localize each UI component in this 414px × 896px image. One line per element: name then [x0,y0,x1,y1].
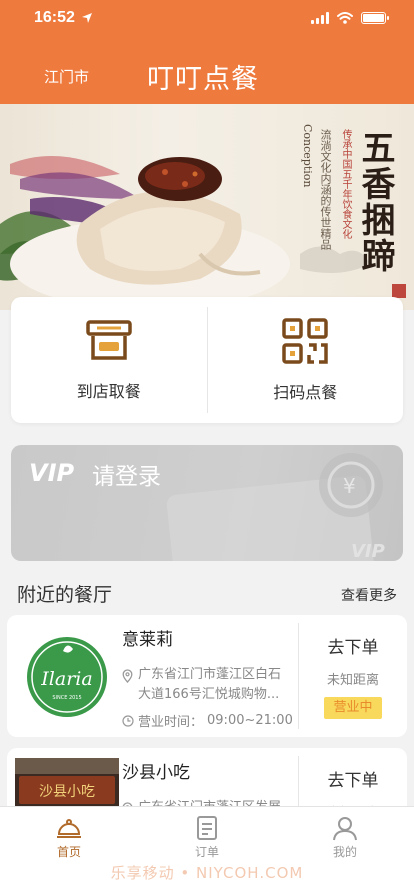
restaurant-hours: 营业时间： 09:00~21:00 [122,711,293,730]
tab-orders-label: 订单 [194,845,219,859]
restaurant-sign-text: 沙县小吃 [39,784,95,800]
watermark-text: 乐享移动 • NIYCOH.COM [110,864,304,882]
status-badge: 营业中 [324,697,382,719]
city-selector[interactable]: 江门市 [44,66,89,87]
banner-calligraphy: 五香捆蹄 [355,130,395,274]
restaurant-hours-value: 09:00~21:00 [207,713,293,728]
nearby-section-title: 附近的餐厅 [17,584,113,606]
restaurant-name: 沙县小吃 [122,763,190,783]
user-icon [333,817,357,841]
qrcode-icon [282,318,328,364]
tab-profile-label: 我的 [332,845,357,859]
vip-card-mark: VIP [351,541,385,561]
pickup-entry[interactable]: 到店取餐 [11,297,207,423]
location-pin-icon [122,669,133,683]
restaurant-logo-text: Ilaria [40,668,92,690]
order-mode-card: 到店取餐 扫码点餐 [11,297,403,423]
banner-english: Conception [301,124,314,188]
go-order-button[interactable]: 去下单 [299,633,407,658]
pickup-entry-label: 到店取餐 [76,382,141,401]
svg-text:¥: ¥ [343,474,356,498]
banner-slogan: 流淌文化内涵的传世精品 [319,129,332,250]
restaurant-card[interactable]: Ilaria SINCE 2015 意莱莉 广东省江门市蓬江区白石大道166号汇… [7,615,407,737]
tab-profile[interactable]: 我的 [305,815,385,860]
status-bar-time: 16:52 [34,9,93,27]
restaurant-address: 广东省江门市蓬江区白石大道166号汇悦城购物... [122,665,292,705]
storefront-icon [86,320,132,360]
tab-orders[interactable]: 订单 [167,815,247,860]
restaurant-logo: Ilaria SINCE 2015 [15,625,119,729]
restaurant-hours-label: 营业时间： [138,715,204,730]
cloche-icon [57,819,81,838]
scan-order-entry[interactable]: 扫码点餐 [208,297,404,423]
tab-home-label: 首页 [56,845,81,859]
view-more-link[interactable]: 查看更多 [341,585,397,605]
wifi-icon [337,12,353,24]
tab-home[interactable]: 首页 [29,815,109,860]
restaurant-distance: 未知距离 [326,673,379,688]
promo-banner[interactable]: 传承中国五千年饮食文化 Conception 流淌文化内涵的传世精品 五香捆蹄 [0,104,414,310]
clock-icon [122,714,134,727]
status-indicators [311,12,389,24]
cellular-signal-icon [311,12,329,24]
page-title: 叮叮点餐 [147,64,259,95]
app-header: 16:52 江门市 叮叮点餐 [0,0,414,104]
vip-login-label[interactable]: 请登录 [92,457,161,491]
battery-icon [361,12,389,24]
order-list-icon [197,816,217,840]
vip-login-card[interactable]: ¥ VIP VIP 请登录 [11,445,403,561]
restaurant-address-text: 广东省江门市蓬江区白石大道166号汇悦城购物... [138,667,282,702]
restaurant-logo-since: SINCE 2015 [52,695,81,701]
status-time-text: 16:52 [34,9,75,26]
go-order-button[interactable]: 去下单 [299,766,407,791]
vip-logo: VIP [29,459,75,487]
scan-order-entry-label: 扫码点餐 [273,383,338,402]
restaurant-name: 意莱莉 [122,630,173,650]
banner-subtitle: 传承中国五千年饮食文化 [340,129,351,239]
location-arrow-icon [81,13,92,23]
